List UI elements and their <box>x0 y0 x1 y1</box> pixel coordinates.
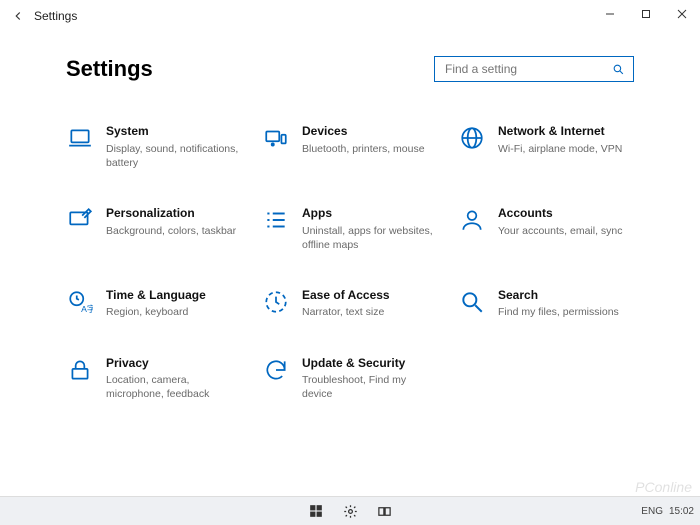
devices-icon <box>262 124 290 152</box>
magnifier-icon <box>458 288 486 316</box>
tile-desc: Your accounts, email, sync <box>498 224 623 238</box>
watermark: PConline <box>635 479 692 495</box>
tile-apps[interactable]: Apps Uninstall, apps for websites, offlin… <box>262 206 438 252</box>
tile-accounts[interactable]: Accounts Your accounts, email, sync <box>458 206 634 252</box>
tile-ease-of-access[interactable]: Ease of AccessNarrator, text size <box>262 288 438 320</box>
apps-icon <box>262 206 290 234</box>
tile-privacy[interactable]: PrivacyLocation, camera, microphone, fee… <box>66 356 242 402</box>
settings-grid: System Display, sound, notifications, bat… <box>66 124 634 402</box>
globe-icon <box>458 124 486 152</box>
tile-title: Time & Language <box>106 288 206 304</box>
start-icon[interactable] <box>308 503 324 519</box>
close-button[interactable] <box>664 0 700 28</box>
lock-icon <box>66 356 94 384</box>
tile-desc: Background, colors, taskbar <box>106 224 236 238</box>
tile-title: Network & Internet <box>498 124 622 140</box>
tile-title: Privacy <box>106 356 242 372</box>
maximize-button[interactable] <box>628 0 664 28</box>
tile-network[interactable]: Network & Internet Wi-Fi, airplane mode, … <box>458 124 634 170</box>
tile-desc: Uninstall, apps for websites, offline ma… <box>302 224 438 252</box>
time-language-icon: A字 <box>66 288 94 316</box>
tile-title: Update & Security <box>302 356 438 372</box>
tile-desc: Region, keyboard <box>106 305 206 319</box>
tray-time: 15:02 <box>669 506 694 517</box>
tile-title: Accounts <box>498 206 623 222</box>
tile-title: System <box>106 124 242 140</box>
tile-desc: Wi-Fi, airplane mode, VPN <box>498 142 622 156</box>
title-bar: Settings <box>0 0 700 32</box>
tile-title: Apps <box>302 206 438 222</box>
taskbar[interactable] <box>0 496 700 525</box>
tile-title: Devices <box>302 124 425 140</box>
person-icon <box>458 206 486 234</box>
paint-icon <box>66 206 94 234</box>
tile-system[interactable]: System Display, sound, notifications, bat… <box>66 124 242 170</box>
tile-desc: Find my files, permissions <box>498 305 619 319</box>
minimize-button[interactable] <box>592 0 628 28</box>
sync-icon <box>262 356 290 384</box>
tile-time-language[interactable]: A字 Time & LanguageRegion, keyboard <box>66 288 242 320</box>
tile-title: Personalization <box>106 206 236 222</box>
app-title: Settings <box>34 9 77 23</box>
system-tray[interactable]: ENG 15:02 <box>641 497 694 525</box>
tile-desc: Bluetooth, printers, mouse <box>302 142 425 156</box>
gear-icon[interactable] <box>342 503 358 519</box>
tile-desc: Troubleshoot, Find my device <box>302 373 438 401</box>
tile-update-security[interactable]: Update & SecurityTroubleshoot, Find my d… <box>262 356 438 402</box>
tile-desc: Narrator, text size <box>302 305 390 319</box>
back-button[interactable] <box>8 6 28 26</box>
tile-personalization[interactable]: Personalization Background, colors, taskb… <box>66 206 242 252</box>
svg-text:A字: A字 <box>81 303 93 314</box>
taskview-icon[interactable] <box>376 503 392 519</box>
search-input[interactable] <box>443 61 612 77</box>
tile-desc: Location, camera, microphone, feedback <box>106 373 242 401</box>
laptop-icon <box>66 124 94 152</box>
tile-search[interactable]: SearchFind my files, permissions <box>458 288 634 320</box>
tile-title: Search <box>498 288 619 304</box>
page-title: Settings <box>66 56 153 82</box>
tile-title: Ease of Access <box>302 288 390 304</box>
ease-icon <box>262 288 290 316</box>
tile-desc: Display, sound, notifications, battery <box>106 142 242 170</box>
tray-lang[interactable]: ENG <box>641 506 663 517</box>
tile-devices[interactable]: Devices Bluetooth, printers, mouse <box>262 124 438 170</box>
search-box[interactable] <box>434 56 634 82</box>
search-icon <box>612 63 625 76</box>
